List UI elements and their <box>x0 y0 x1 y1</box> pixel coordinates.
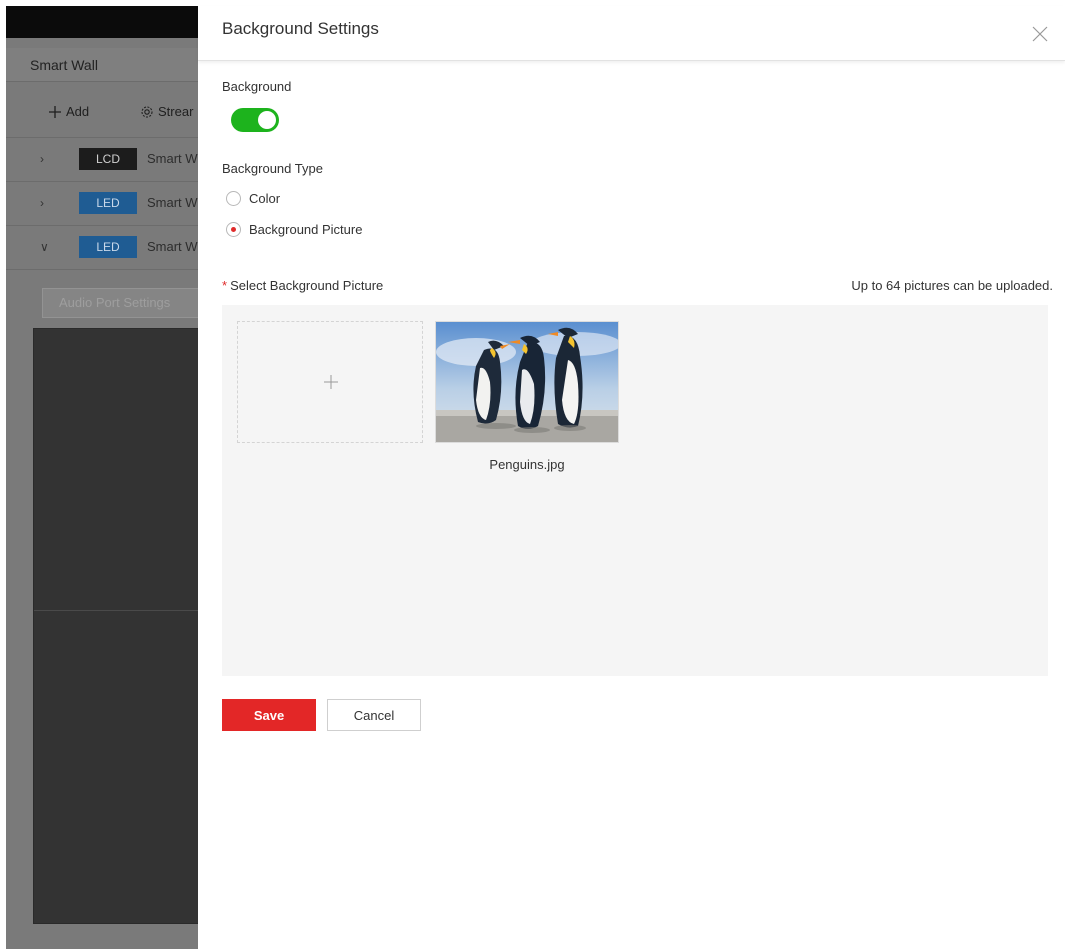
wall-name: Smart W <box>147 195 198 210</box>
picture-thumbnail[interactable] <box>435 321 619 443</box>
panel-toolbar: Add Strear <box>6 88 199 138</box>
picture-filename: Penguins.jpg <box>489 457 565 472</box>
drawer-title: Background Settings <box>222 19 379 38</box>
screen: Smart Wall Add Strear › LCD Smart W › LE <box>0 0 1065 949</box>
background-label: Background <box>222 79 292 94</box>
audio-port-settings-button[interactable]: Audio Port Settings <box>42 288 202 318</box>
select-picture-label: * Select Background Picture <box>222 278 383 293</box>
upload-limit-hint: Up to 64 pictures can be uploaded. <box>851 278 1053 293</box>
plus-icon <box>49 105 61 118</box>
wall-type-badge: LED <box>79 192 137 214</box>
panel-title: Smart Wall <box>30 57 98 73</box>
penguins-image <box>436 322 618 442</box>
chevron-right-icon[interactable]: › <box>40 152 44 166</box>
radio-color-option[interactable]: Color <box>226 191 280 206</box>
select-picture-label-text: Select Background Picture <box>230 278 384 293</box>
chevron-right-icon[interactable]: › <box>40 196 44 210</box>
picture-gallery: Penguins.jpg <box>222 305 1048 676</box>
wall-item[interactable]: › LCD Smart W <box>6 138 199 182</box>
stream-button-label: Strear <box>158 104 194 119</box>
background-type-label: Background Type <box>222 161 323 176</box>
wall-screen-preview <box>33 328 203 924</box>
radio-label: Background Picture <box>249 222 363 237</box>
wall-type-badge: LED <box>79 236 137 258</box>
wall-name: Smart W <box>147 151 198 166</box>
upload-picture-button[interactable] <box>237 321 423 443</box>
add-button-label: Add <box>66 104 90 119</box>
radio-button[interactable] <box>226 191 241 206</box>
add-button[interactable]: Add <box>48 104 89 119</box>
required-mark: * <box>222 278 228 293</box>
plus-icon <box>324 375 338 389</box>
background-settings-drawer: Background Settings Background Backgroun… <box>198 6 1065 949</box>
wall-name: Smart W <box>147 239 198 254</box>
background-toggle[interactable] <box>231 108 279 132</box>
screen-divider <box>34 610 202 611</box>
toggle-knob <box>258 111 276 129</box>
save-button[interactable]: Save <box>222 699 316 731</box>
cancel-button[interactable]: Cancel <box>327 699 421 731</box>
radio-button-checked[interactable] <box>226 222 241 237</box>
drawer-header: Background Settings <box>198 6 1065 61</box>
wall-item[interactable]: › LED Smart W <box>6 182 199 226</box>
close-icon[interactable] <box>1030 24 1050 44</box>
wall-type-badge: LCD <box>79 148 137 170</box>
chevron-down-icon[interactable]: ∨ <box>40 240 49 254</box>
panel-header: Smart Wall <box>6 48 199 82</box>
gear-icon <box>141 105 153 118</box>
stream-button[interactable]: Strear <box>140 104 193 119</box>
smart-wall-panel: Smart Wall Add Strear › LCD Smart W › LE <box>6 38 203 949</box>
radio-background-picture-option[interactable]: Background Picture <box>226 222 362 237</box>
wall-item[interactable]: ∨ LED Smart W <box>6 226 199 270</box>
radio-label: Color <box>249 191 281 206</box>
